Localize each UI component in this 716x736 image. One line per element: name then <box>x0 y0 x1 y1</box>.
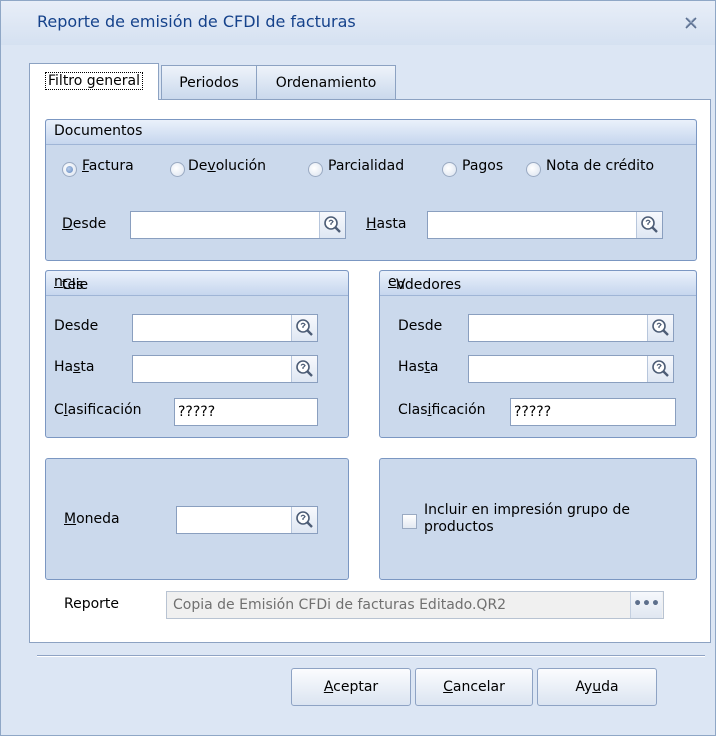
label-vendedores-desde: Desde <box>398 318 443 334</box>
vendedores-clasificacion-input[interactable]: ????? <box>510 398 676 426</box>
aceptar-button[interactable]: Aceptar <box>291 668 411 706</box>
vendedores-hasta-lookup-button[interactable] <box>647 356 673 382</box>
reporte-browse-button[interactable]: ••• <box>630 592 662 618</box>
radio-nota-de-credito[interactable] <box>526 162 541 177</box>
label-parcialidad[interactable]: Parcialidad <box>328 158 404 174</box>
cancelar-button[interactable]: Cancelar <box>415 668 533 706</box>
search-icon <box>652 319 669 336</box>
vendedores-desde-lookup-button[interactable] <box>647 315 673 341</box>
clientes-desde-lookup-button[interactable] <box>291 315 317 341</box>
moneda-group: Moneda <box>45 458 349 580</box>
separator <box>37 655 705 657</box>
clientes-title: Clie n tes <box>54 274 89 293</box>
incluir-grupo-productos-checkbox[interactable] <box>402 514 417 529</box>
search-icon <box>652 360 669 377</box>
window-title: Reporte de emisión de CFDI de facturas <box>37 12 356 31</box>
documentos-desde-lookup-button[interactable] <box>319 212 345 238</box>
label-clientes-hasta: Hasta <box>54 359 95 375</box>
label-vendedores-clasificacion: Clasificación <box>398 402 486 418</box>
radio-parcialidad[interactable] <box>308 162 323 177</box>
label-nota-de-credito[interactable]: Nota de crédito <box>546 158 654 174</box>
label-clientes-desde: Desde <box>54 318 99 334</box>
label-documentos-desde: Desde <box>62 216 107 232</box>
label-reporte: Reporte <box>64 596 120 612</box>
title-bar[interactable]: Reporte de emisión de CFDI de facturas <box>1 1 715 45</box>
vendedores-title: Ve ndedores <box>388 274 462 293</box>
clientes-hasta-lookup-button[interactable] <box>291 356 317 382</box>
search-icon <box>641 216 658 233</box>
documentos-group: Documentos Factura Devolución Parcialida… <box>45 119 697 261</box>
close-icon[interactable] <box>683 15 699 31</box>
radio-pagos[interactable] <box>442 162 457 177</box>
reporte-file-input: Copia de Emisión CFDi de facturas Editad… <box>166 591 664 619</box>
dialog-window: Reporte de emisión de CFDI de facturas F… <box>0 0 716 736</box>
label-documentos-hasta: Hasta <box>366 216 407 232</box>
label-factura[interactable]: Factura <box>82 158 134 174</box>
search-icon <box>296 319 313 336</box>
vendedores-desde-input[interactable] <box>468 314 674 342</box>
vendedores-hasta-input[interactable] <box>468 355 674 383</box>
tab-ordenamiento[interactable]: Ordenamiento <box>256 65 396 100</box>
moneda-lookup-button[interactable] <box>291 507 317 533</box>
documentos-title: Documentos <box>54 123 143 139</box>
documentos-hasta-lookup-button[interactable] <box>636 212 662 238</box>
label-incluir-grupo-productos[interactable]: Incluir en impresión grupo de productos <box>424 502 630 536</box>
tab-panel-filtro-general: Documentos Factura Devolución Parcialida… <box>29 99 711 643</box>
tab-filtro-general[interactable]: Filtro general <box>29 63 159 100</box>
vendedores-group: Ve ndedores Desde Hasta Clasificación ???… <box>379 270 697 438</box>
radio-factura[interactable] <box>62 162 77 177</box>
clientes-clasificacion-input[interactable]: ????? <box>174 398 318 426</box>
label-moneda: Moneda <box>64 511 120 527</box>
radio-devolucion[interactable] <box>170 162 185 177</box>
search-icon <box>296 511 313 528</box>
label-clientes-clasificacion: Clasificación <box>54 402 142 418</box>
label-devolucion[interactable]: Devolución <box>188 158 266 174</box>
search-icon <box>324 216 341 233</box>
documentos-hasta-input[interactable] <box>427 211 663 239</box>
tab-periodos[interactable]: Periodos <box>161 65 257 100</box>
label-pagos[interactable]: Pagos <box>462 158 503 174</box>
incluir-group: Incluir en impresión grupo de productos <box>379 458 697 580</box>
ayuda-button[interactable]: Ayuda <box>537 668 657 706</box>
label-vendedores-hasta: Hasta <box>398 359 439 375</box>
clientes-group: Clie n tes Desde Hasta Clasificación ????? <box>45 270 349 438</box>
search-icon <box>296 360 313 377</box>
documentos-desde-input[interactable] <box>130 211 346 239</box>
